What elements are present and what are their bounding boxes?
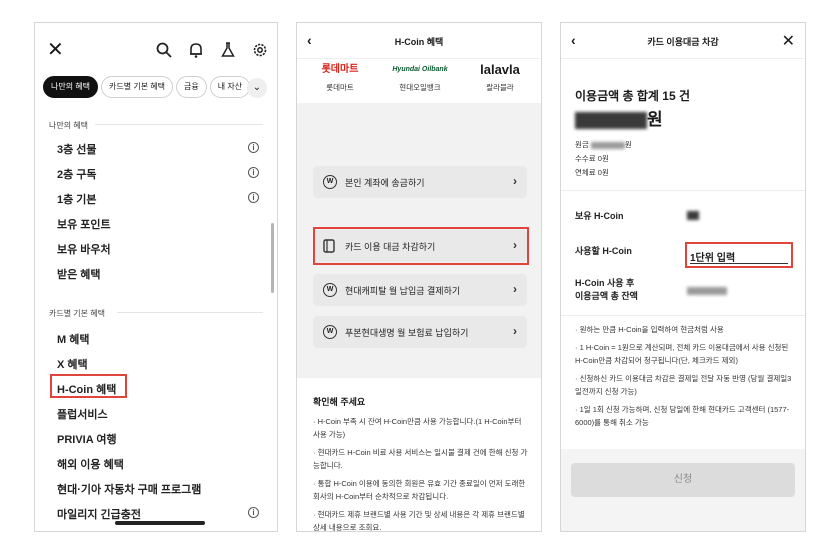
menu-item-2f-subscription[interactable]: 2층 구독 — [57, 166, 97, 182]
close-icon[interactable]: ✕ — [47, 39, 64, 61]
partner-lalavla[interactable]: lalavla 랄라블라 — [465, 61, 535, 93]
page-title: 카드 이용대금 차감 — [647, 37, 719, 47]
highlight-box — [313, 227, 529, 265]
flask-icon[interactable] — [219, 41, 237, 59]
highlight-box — [50, 374, 127, 398]
search-icon[interactable] — [155, 41, 173, 59]
chevron-right-icon: › — [513, 174, 517, 188]
action-hyundai-capital-payment[interactable]: W 현대캐피탈 월 납입금 결제하기 › — [313, 274, 527, 306]
info-icon[interactable]: i — [248, 167, 259, 178]
redacted-amount — [590, 141, 625, 149]
notice-item: · 현대카드 H-Coin 비료 사용 서비스는 일시불 결제 건에 한해 신청… — [313, 448, 528, 470]
action-label: 본인 계좌에 송금하기 — [345, 178, 425, 188]
won-icon: W — [323, 283, 337, 297]
notice-item: · 통합 H-Coin 이용에 동의한 회원은 유효 기간 종료일이 먼저 도래… — [313, 479, 526, 501]
chip-card-benefits[interactable]: 카드별 기본 혜택 — [101, 76, 173, 98]
chevron-right-icon: › — [513, 282, 517, 296]
menu-item-privia-travel[interactable]: PRIVIA 여행 — [57, 431, 117, 447]
chip-my-benefits[interactable]: 나만의 혜택 — [43, 76, 99, 98]
balance-after-label: H-Coin 사용 후 이용금액 총 잔액 — [575, 278, 638, 301]
apply-button[interactable]: 신청 — [571, 463, 795, 497]
partner-oilbank[interactable]: Hyundai Oilbank 현대오일뱅크 — [385, 61, 455, 93]
gear-icon[interactable] — [251, 41, 269, 59]
total-label: 이용금액 총 합계 15 건 — [575, 89, 691, 103]
benefits-menu-screen: ✕ 나만의 혜택 카드별 기본 혜택 금융 내 자산 ⌄ 나만의 혜택 3층 선물 i… — [34, 22, 278, 532]
divider — [95, 124, 263, 125]
late-fee-row: 연체료 0원 — [575, 168, 609, 177]
partner-name: 롯데마트 — [326, 83, 354, 92]
info-icon[interactable]: i — [248, 507, 259, 518]
total-amount: 원 — [575, 105, 663, 130]
chip-my-assets[interactable]: 내 자산 — [209, 76, 251, 98]
top-bar: ✕ — [35, 39, 277, 63]
divider — [561, 315, 805, 316]
won-icon: W — [323, 325, 337, 339]
notice-list: · H-Coin 부족 시 잔여 H-Coin만큼 사용 가능합니다.(1 H-… — [313, 415, 529, 532]
category-chips: 나만의 혜택 카드별 기본 혜택 금융 내 자산 — [43, 76, 277, 100]
page-title: H-Coin 혜택 — [394, 37, 444, 47]
action-label: 현대캐피탈 월 납입금 결제하기 — [345, 286, 461, 296]
chip-finance[interactable]: 금융 — [176, 76, 207, 98]
header: ‹ H-Coin 혜택 — [297, 23, 541, 59]
notice-item: · H-Coin 부족 시 잔여 H-Coin만큼 사용 가능합니다.(1 H-… — [313, 417, 522, 439]
menu-item-3f-gift[interactable]: 3층 선물 — [57, 141, 97, 157]
home-indicator — [115, 521, 205, 525]
partner-lottemart[interactable]: 롯데마트 롯데마트 — [305, 61, 375, 93]
notes-list: · 원하는 만큼 H-Coin을 입력하여 현금처럼 사용 · 1 H-Coin… — [575, 323, 793, 434]
section-title-card-benefits: 카드별 기본 혜택 — [49, 309, 105, 318]
principal-row: 원금 원 — [575, 140, 632, 149]
note-item: · 원하는 만큼 H-Coin을 입력하여 현금처럼 사용 — [575, 325, 724, 334]
section-title-my-benefits: 나만의 혜택 — [49, 121, 89, 130]
chevron-right-icon: › — [513, 324, 517, 338]
redacted-amount — [575, 112, 647, 130]
lalavla-logo: lalavla — [480, 62, 520, 77]
menu-item-points[interactable]: 보유 포인트 — [57, 216, 111, 232]
menu-item-x-benefit[interactable]: X 혜택 — [57, 356, 88, 372]
menu-item-1f-basic[interactable]: 1층 기본 — [57, 191, 97, 207]
menu-item-car-purchase[interactable]: 현대·기아 자동차 구매 프로그램 — [57, 481, 201, 497]
header: ‹ 카드 이용대금 차감 ✕ — [561, 23, 805, 59]
menu-item-club-service[interactable]: 플럽서비스 — [57, 406, 108, 422]
menu-item-received-benefits[interactable]: 받은 혜택 — [57, 266, 101, 282]
divider — [561, 190, 805, 191]
scrollbar[interactable] — [271, 223, 274, 293]
partner-name: 현대오일뱅크 — [399, 83, 441, 92]
fee-row: 수수료 0원 — [575, 154, 609, 163]
divider — [117, 312, 263, 313]
won-icon: W — [323, 175, 337, 189]
action-transfer-to-account[interactable]: W 본인 계좌에 송금하기 › — [313, 166, 527, 198]
close-icon[interactable]: ✕ — [782, 31, 795, 51]
oilbank-logo: Hyundai Oilbank — [392, 66, 448, 73]
action-label: 푸본현대생명 월 보험료 납입하기 — [345, 328, 469, 338]
partner-logos: 롯데마트 롯데마트 Hyundai Oilbank 현대오일뱅크 lalavla… — [297, 61, 541, 97]
note-item: · 1일 1회 신청 가능하며, 신청 당일에 한해 현대카드 고객센터 (15… — [575, 405, 790, 427]
menu-item-m-benefit[interactable]: M 혜택 — [57, 331, 89, 347]
partner-name: 랄라블라 — [486, 83, 514, 92]
owned-hcoin-label: 보유 H-Coin — [575, 211, 624, 221]
use-hcoin-label: 사용할 H-Coin — [575, 246, 632, 256]
card-payment-deduction-screen: ‹ 카드 이용대금 차감 ✕ 이용금액 총 합계 15 건 원 원금 원 수수료… — [560, 22, 806, 532]
action-fubon-insurance-payment[interactable]: W 푸본현대생명 월 보험료 납입하기 › — [313, 316, 527, 348]
hcoin-amount-input[interactable]: 1단위 입력 — [685, 242, 793, 268]
redacted-amount — [687, 211, 699, 220]
info-icon[interactable]: i — [248, 142, 259, 153]
lottemart-logo: 롯데마트 — [321, 64, 359, 75]
input-placeholder: 1단위 입력 — [690, 253, 736, 264]
menu-item-mileage-charge[interactable]: 마일리지 긴급충전 — [57, 506, 141, 522]
bell-icon[interactable] — [187, 41, 205, 59]
actions-area: W 본인 계좌에 송금하기 › 카드 이용 대금 차감하기 › W 현대캐피탈 … — [297, 103, 541, 378]
input-underline — [690, 263, 788, 264]
hcoin-benefit-screen: ‹ H-Coin 혜택 롯데마트 롯데마트 Hyundai Oilbank 현대… — [296, 22, 542, 532]
chevron-down-icon[interactable]: ⌄ — [247, 78, 267, 98]
notice-title: 확인해 주세요 — [313, 397, 366, 407]
menu-item-vouchers[interactable]: 보유 바우처 — [57, 241, 111, 257]
info-icon[interactable]: i — [248, 192, 259, 203]
note-item: · 1 H-Coin = 1원으로 계산되며, 전체 카드 이용대금에서 사용 … — [575, 343, 789, 365]
notice-item: · 현대카드 제휴 브랜드별 사용 기간 및 상세 내용은 각 제휴 브랜드별 … — [313, 510, 525, 532]
menu-item-overseas-benefit[interactable]: 해외 이용 혜택 — [57, 456, 124, 472]
note-item: · 신청하신 카드 이용대금 차감은 결제일 전달 자동 반영 (당월 결제일3… — [575, 374, 792, 396]
redacted-amount — [687, 287, 727, 295]
